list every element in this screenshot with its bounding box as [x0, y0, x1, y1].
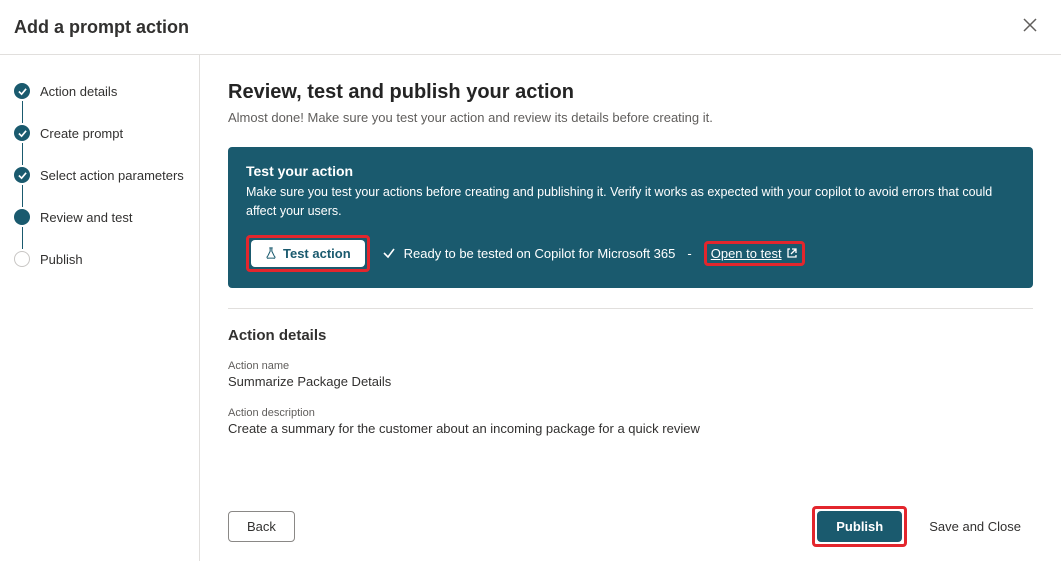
open-to-test-label: Open to test: [711, 246, 782, 261]
test-panel-description: Make sure you test your actions before c…: [246, 183, 1015, 221]
step-action-details[interactable]: Action details: [14, 83, 189, 125]
check-icon: [382, 246, 396, 260]
divider: [228, 308, 1033, 309]
step-label: Create prompt: [40, 126, 123, 141]
close-button[interactable]: [1019, 14, 1041, 40]
step-label: Action details: [40, 84, 117, 99]
ready-status-text: Ready to be tested on Copilot for Micros…: [404, 246, 676, 261]
step-label: Publish: [40, 252, 83, 267]
back-button[interactable]: Back: [228, 511, 295, 542]
check-icon: [14, 167, 30, 183]
page-title: Review, test and publish your action: [228, 81, 1033, 104]
close-icon: [1023, 18, 1037, 32]
page-subtitle: Almost done! Make sure you test your act…: [228, 110, 1033, 125]
test-action-row: Test action Ready to be tested on Copilo…: [246, 235, 1015, 272]
current-step-icon: [14, 209, 30, 225]
action-name-label: Action name: [228, 360, 1033, 372]
open-to-test-link[interactable]: Open to test: [711, 246, 798, 261]
publish-button[interactable]: Publish: [817, 511, 902, 542]
footer-bar: Back Publish Save and Close: [228, 492, 1033, 561]
test-action-button[interactable]: Test action: [251, 240, 365, 267]
step-create-prompt[interactable]: Create prompt: [14, 125, 189, 167]
highlight-test-action: Test action: [246, 235, 370, 272]
ready-status: Ready to be tested on Copilot for Micros…: [382, 246, 676, 261]
external-link-icon: [786, 247, 798, 259]
action-name-value: Summarize Package Details: [228, 374, 1033, 389]
separator: -: [687, 246, 691, 261]
step-review-and-test[interactable]: Review and test: [14, 209, 189, 251]
future-step-icon: [14, 251, 30, 267]
modal-title: Add a prompt action: [14, 17, 189, 38]
highlight-open-to-test: Open to test: [704, 241, 805, 266]
check-icon: [14, 83, 30, 99]
action-details-heading: Action details: [228, 327, 1033, 344]
flask-icon: [265, 247, 277, 259]
step-select-action-parameters[interactable]: Select action parameters: [14, 167, 189, 209]
wizard-steps-sidebar: Action details Create prompt Select acti…: [0, 55, 200, 561]
test-action-button-label: Test action: [283, 246, 351, 261]
check-icon: [14, 125, 30, 141]
modal-header: Add a prompt action: [0, 0, 1061, 55]
action-description-value: Create a summary for the customer about …: [228, 421, 1033, 436]
step-publish[interactable]: Publish: [14, 251, 189, 293]
highlight-publish: Publish: [812, 506, 907, 547]
action-description-label: Action description: [228, 407, 1033, 419]
test-action-panel: Test your action Make sure you test your…: [228, 147, 1033, 288]
save-and-close-button[interactable]: Save and Close: [917, 512, 1033, 541]
main-panel: Review, test and publish your action Alm…: [200, 55, 1061, 561]
test-panel-title: Test your action: [246, 163, 1015, 179]
step-label: Select action parameters: [40, 168, 184, 183]
step-label: Review and test: [40, 210, 133, 225]
